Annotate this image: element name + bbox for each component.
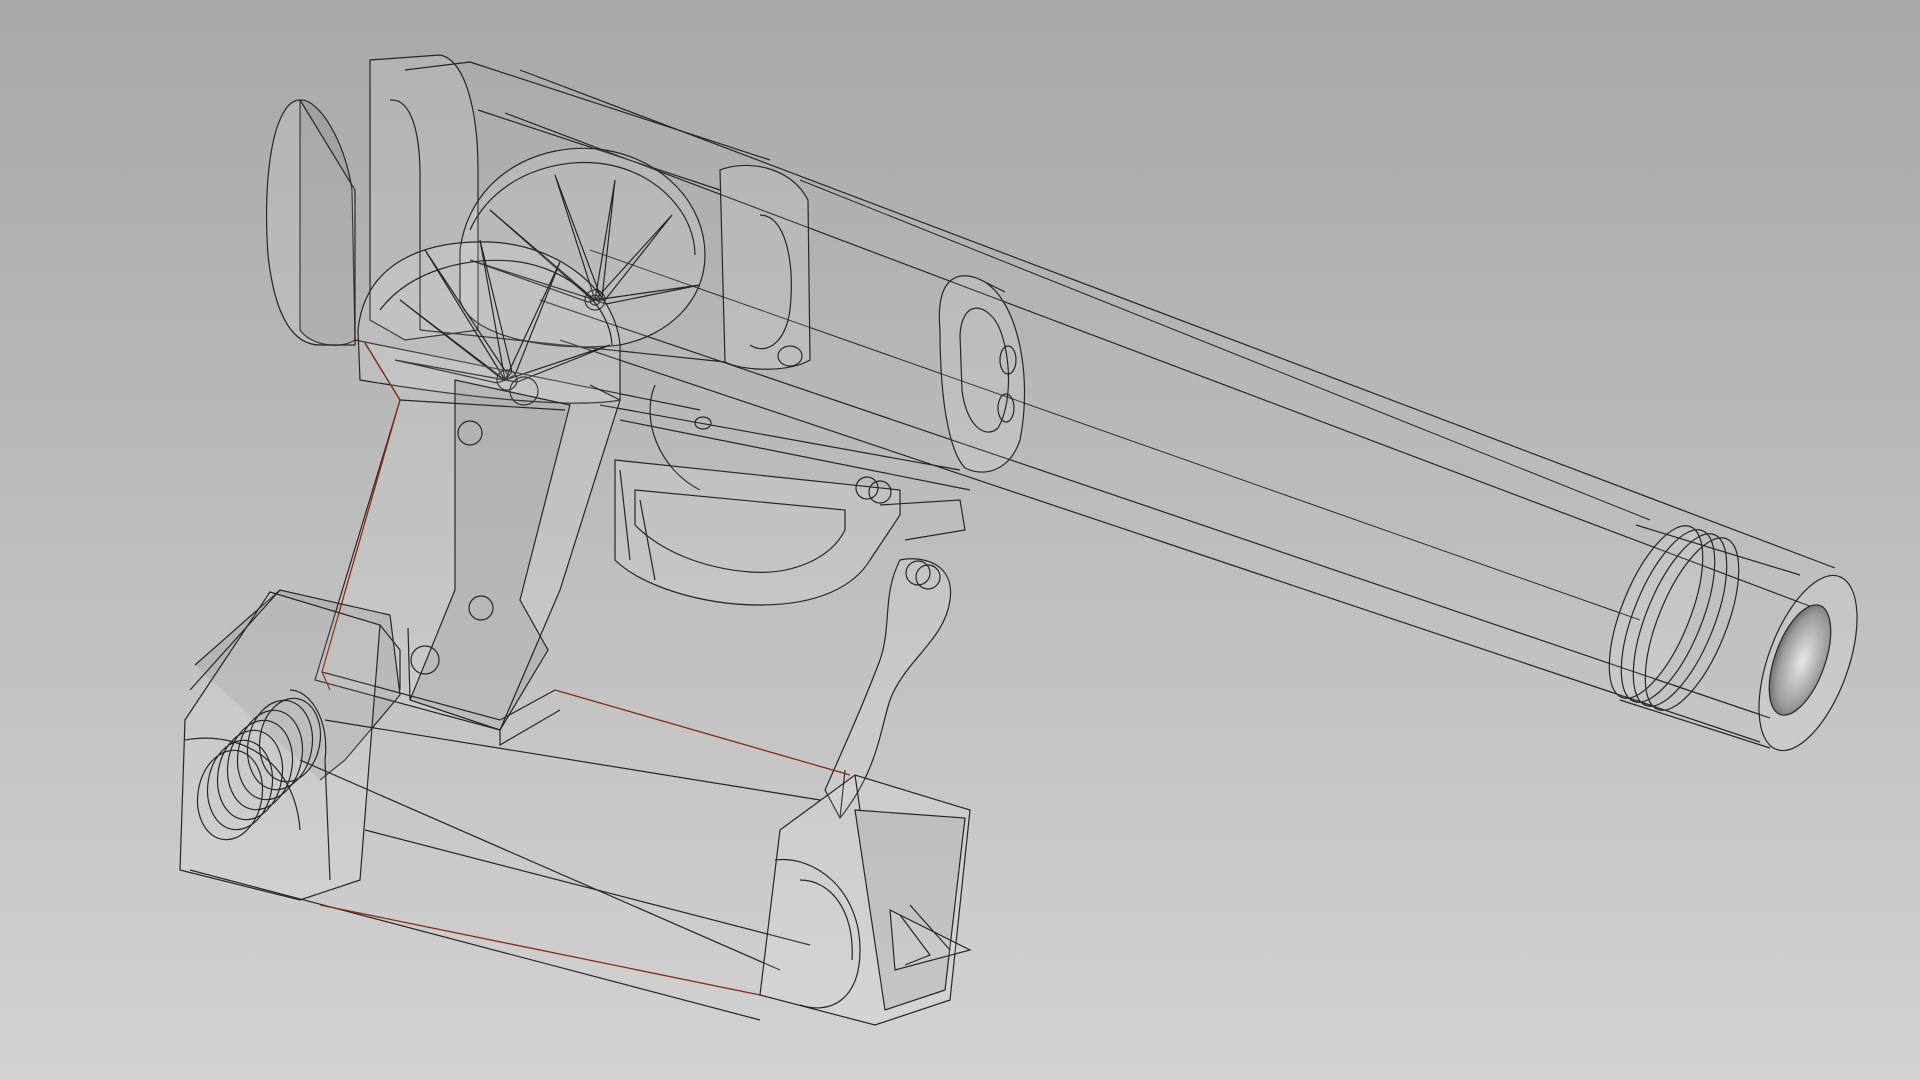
wireframe-model[interactable] bbox=[0, 0, 1920, 1080]
cad-viewport[interactable] bbox=[0, 0, 1920, 1080]
